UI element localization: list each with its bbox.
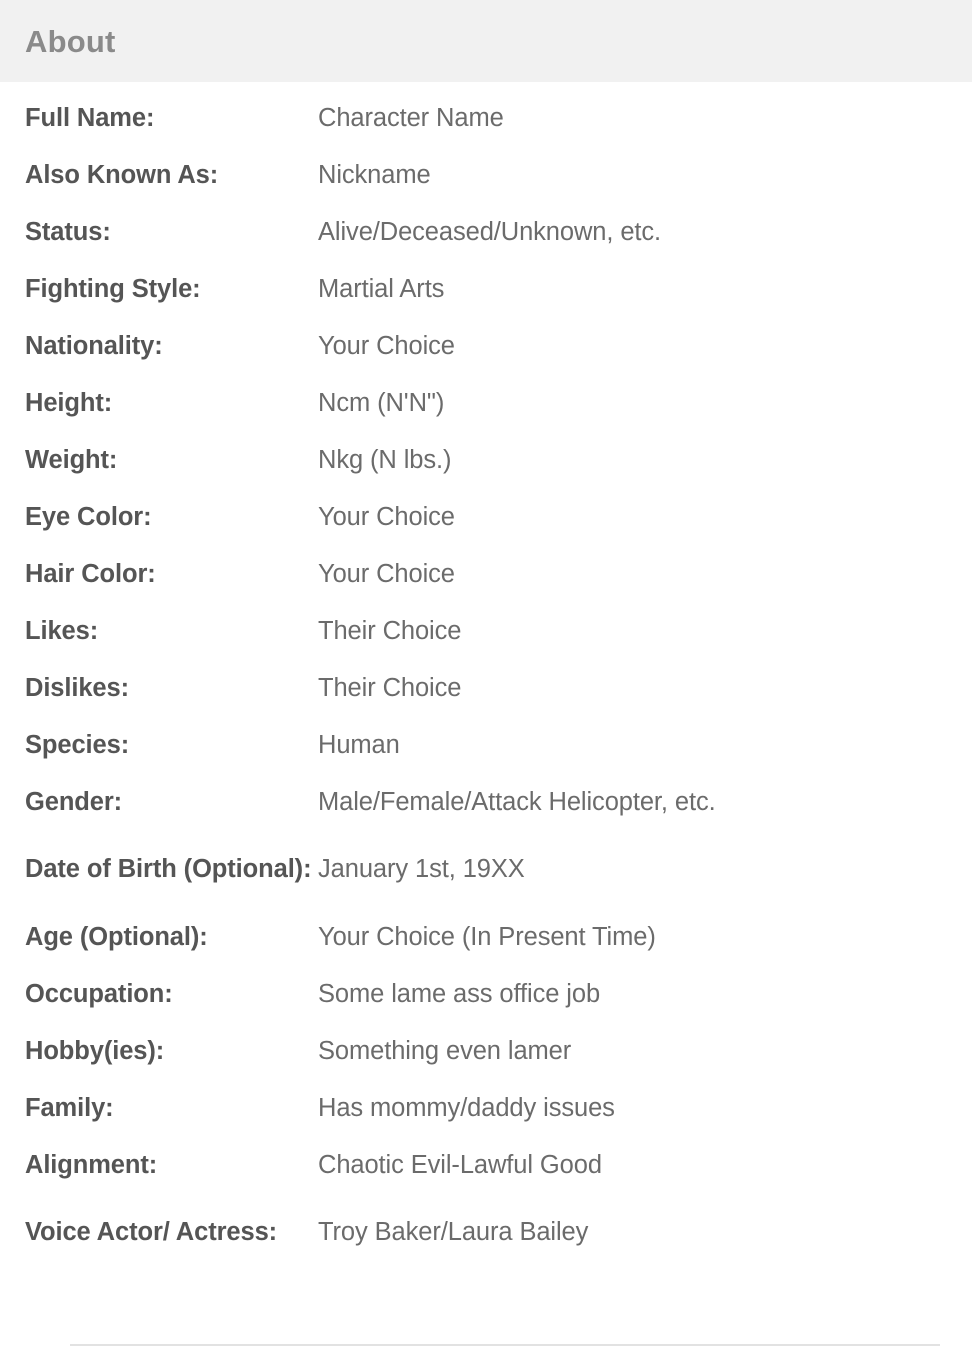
- info-value: Alive/Deceased/Unknown, etc.: [318, 217, 662, 246]
- table-row: Also Known As: Nickname: [0, 147, 972, 204]
- info-value: Chaotic Evil-Lawful Good: [318, 1150, 602, 1179]
- table-row: Date of Birth (Optional): January 1st, 19…: [0, 831, 972, 909]
- info-value: Nickname: [318, 160, 431, 189]
- info-label: Likes:: [25, 616, 99, 645]
- info-value: Human: [318, 730, 400, 759]
- info-value: Martial Arts: [318, 274, 445, 303]
- table-row: Height: Ncm (N'N"): [0, 375, 972, 432]
- info-value: Nkg (N lbs.): [318, 445, 452, 474]
- bottom-divider-wrapper: [0, 1344, 972, 1348]
- info-label: Hair Color:: [25, 559, 156, 588]
- table-row: Full Name: Character Name: [0, 90, 972, 147]
- table-row: Nationality: Your Choice: [0, 318, 972, 375]
- about-page: About Full Name: Character Name Also Known…: [0, 0, 972, 1357]
- info-label: Family:: [25, 1093, 114, 1122]
- info-value: Your Choice (In Present Time): [318, 922, 656, 951]
- info-label: Gender:: [25, 787, 123, 816]
- table-row: Hobby(ies): Something even lamer: [0, 1023, 972, 1080]
- info-label: Fighting Style:: [25, 274, 201, 303]
- table-row: Status: Alive/Deceased/Unknown, etc.: [0, 204, 972, 261]
- table-row: Likes: Their Choice: [0, 603, 972, 660]
- info-label: Date of Birth (Optional):: [25, 855, 312, 884]
- table-row: Family: Has mommy/daddy issues: [0, 1080, 972, 1137]
- info-label: Nationality:: [25, 331, 163, 360]
- info-label: Species:: [25, 730, 130, 759]
- table-row: Voice Actor/ Actress: Troy Baker/Laura Ba…: [0, 1194, 972, 1272]
- info-label: Full Name:: [25, 103, 155, 132]
- info-label: Status:: [25, 217, 111, 246]
- info-label: Age (Optional):: [25, 922, 208, 951]
- info-value: Male/Female/Attack Helicopter, etc.: [318, 787, 716, 816]
- info-label: Eye Color:: [25, 502, 152, 531]
- about-section-header: About: [0, 0, 972, 82]
- section-divider: [70, 1344, 940, 1346]
- character-info-table: Full Name: Character Name Also Known As: Ni…: [0, 82, 972, 1272]
- info-value: Has mommy/daddy issues: [318, 1093, 615, 1122]
- table-row: Fighting Style: Martial Arts: [0, 261, 972, 318]
- table-row: Age (Optional): Your Choice (In Present T…: [0, 909, 972, 966]
- info-label: Voice Actor/ Actress:: [25, 1218, 278, 1247]
- page-title: About: [25, 23, 116, 59]
- table-row: Dislikes: Their Choice: [0, 660, 972, 717]
- info-label: Occupation:: [25, 979, 173, 1008]
- info-value: Ncm (N'N"): [318, 388, 445, 417]
- table-row: Species: Human: [0, 717, 972, 774]
- info-label: Hobby(ies):: [25, 1036, 165, 1065]
- info-value: January 1st, 19XX: [318, 855, 525, 884]
- table-row: Gender: Male/Female/Attack Helicopter, et…: [0, 774, 972, 831]
- info-label: Alignment:: [25, 1150, 158, 1179]
- table-row: Weight: Nkg (N lbs.): [0, 432, 972, 489]
- info-value: Your Choice: [318, 331, 455, 360]
- table-row: Eye Color: Your Choice: [0, 489, 972, 546]
- info-label: Height:: [25, 388, 113, 417]
- info-value: Their Choice: [318, 673, 462, 702]
- info-value: Their Choice: [318, 616, 462, 645]
- table-row: Occupation: Some lame ass office job: [0, 966, 972, 1023]
- info-label: Dislikes:: [25, 673, 129, 702]
- info-value: Something even lamer: [318, 1036, 572, 1065]
- info-value: Your Choice: [318, 559, 455, 588]
- info-value: Character Name: [318, 103, 504, 132]
- info-value: Troy Baker/Laura Bailey: [318, 1218, 589, 1247]
- info-value: Some lame ass office job: [318, 979, 601, 1008]
- info-label: Weight:: [25, 445, 118, 474]
- table-row: Hair Color: Your Choice: [0, 546, 972, 603]
- info-label: Also Known As:: [25, 160, 219, 189]
- table-row: Alignment: Chaotic Evil-Lawful Good: [0, 1137, 972, 1194]
- info-value: Your Choice: [318, 502, 455, 531]
